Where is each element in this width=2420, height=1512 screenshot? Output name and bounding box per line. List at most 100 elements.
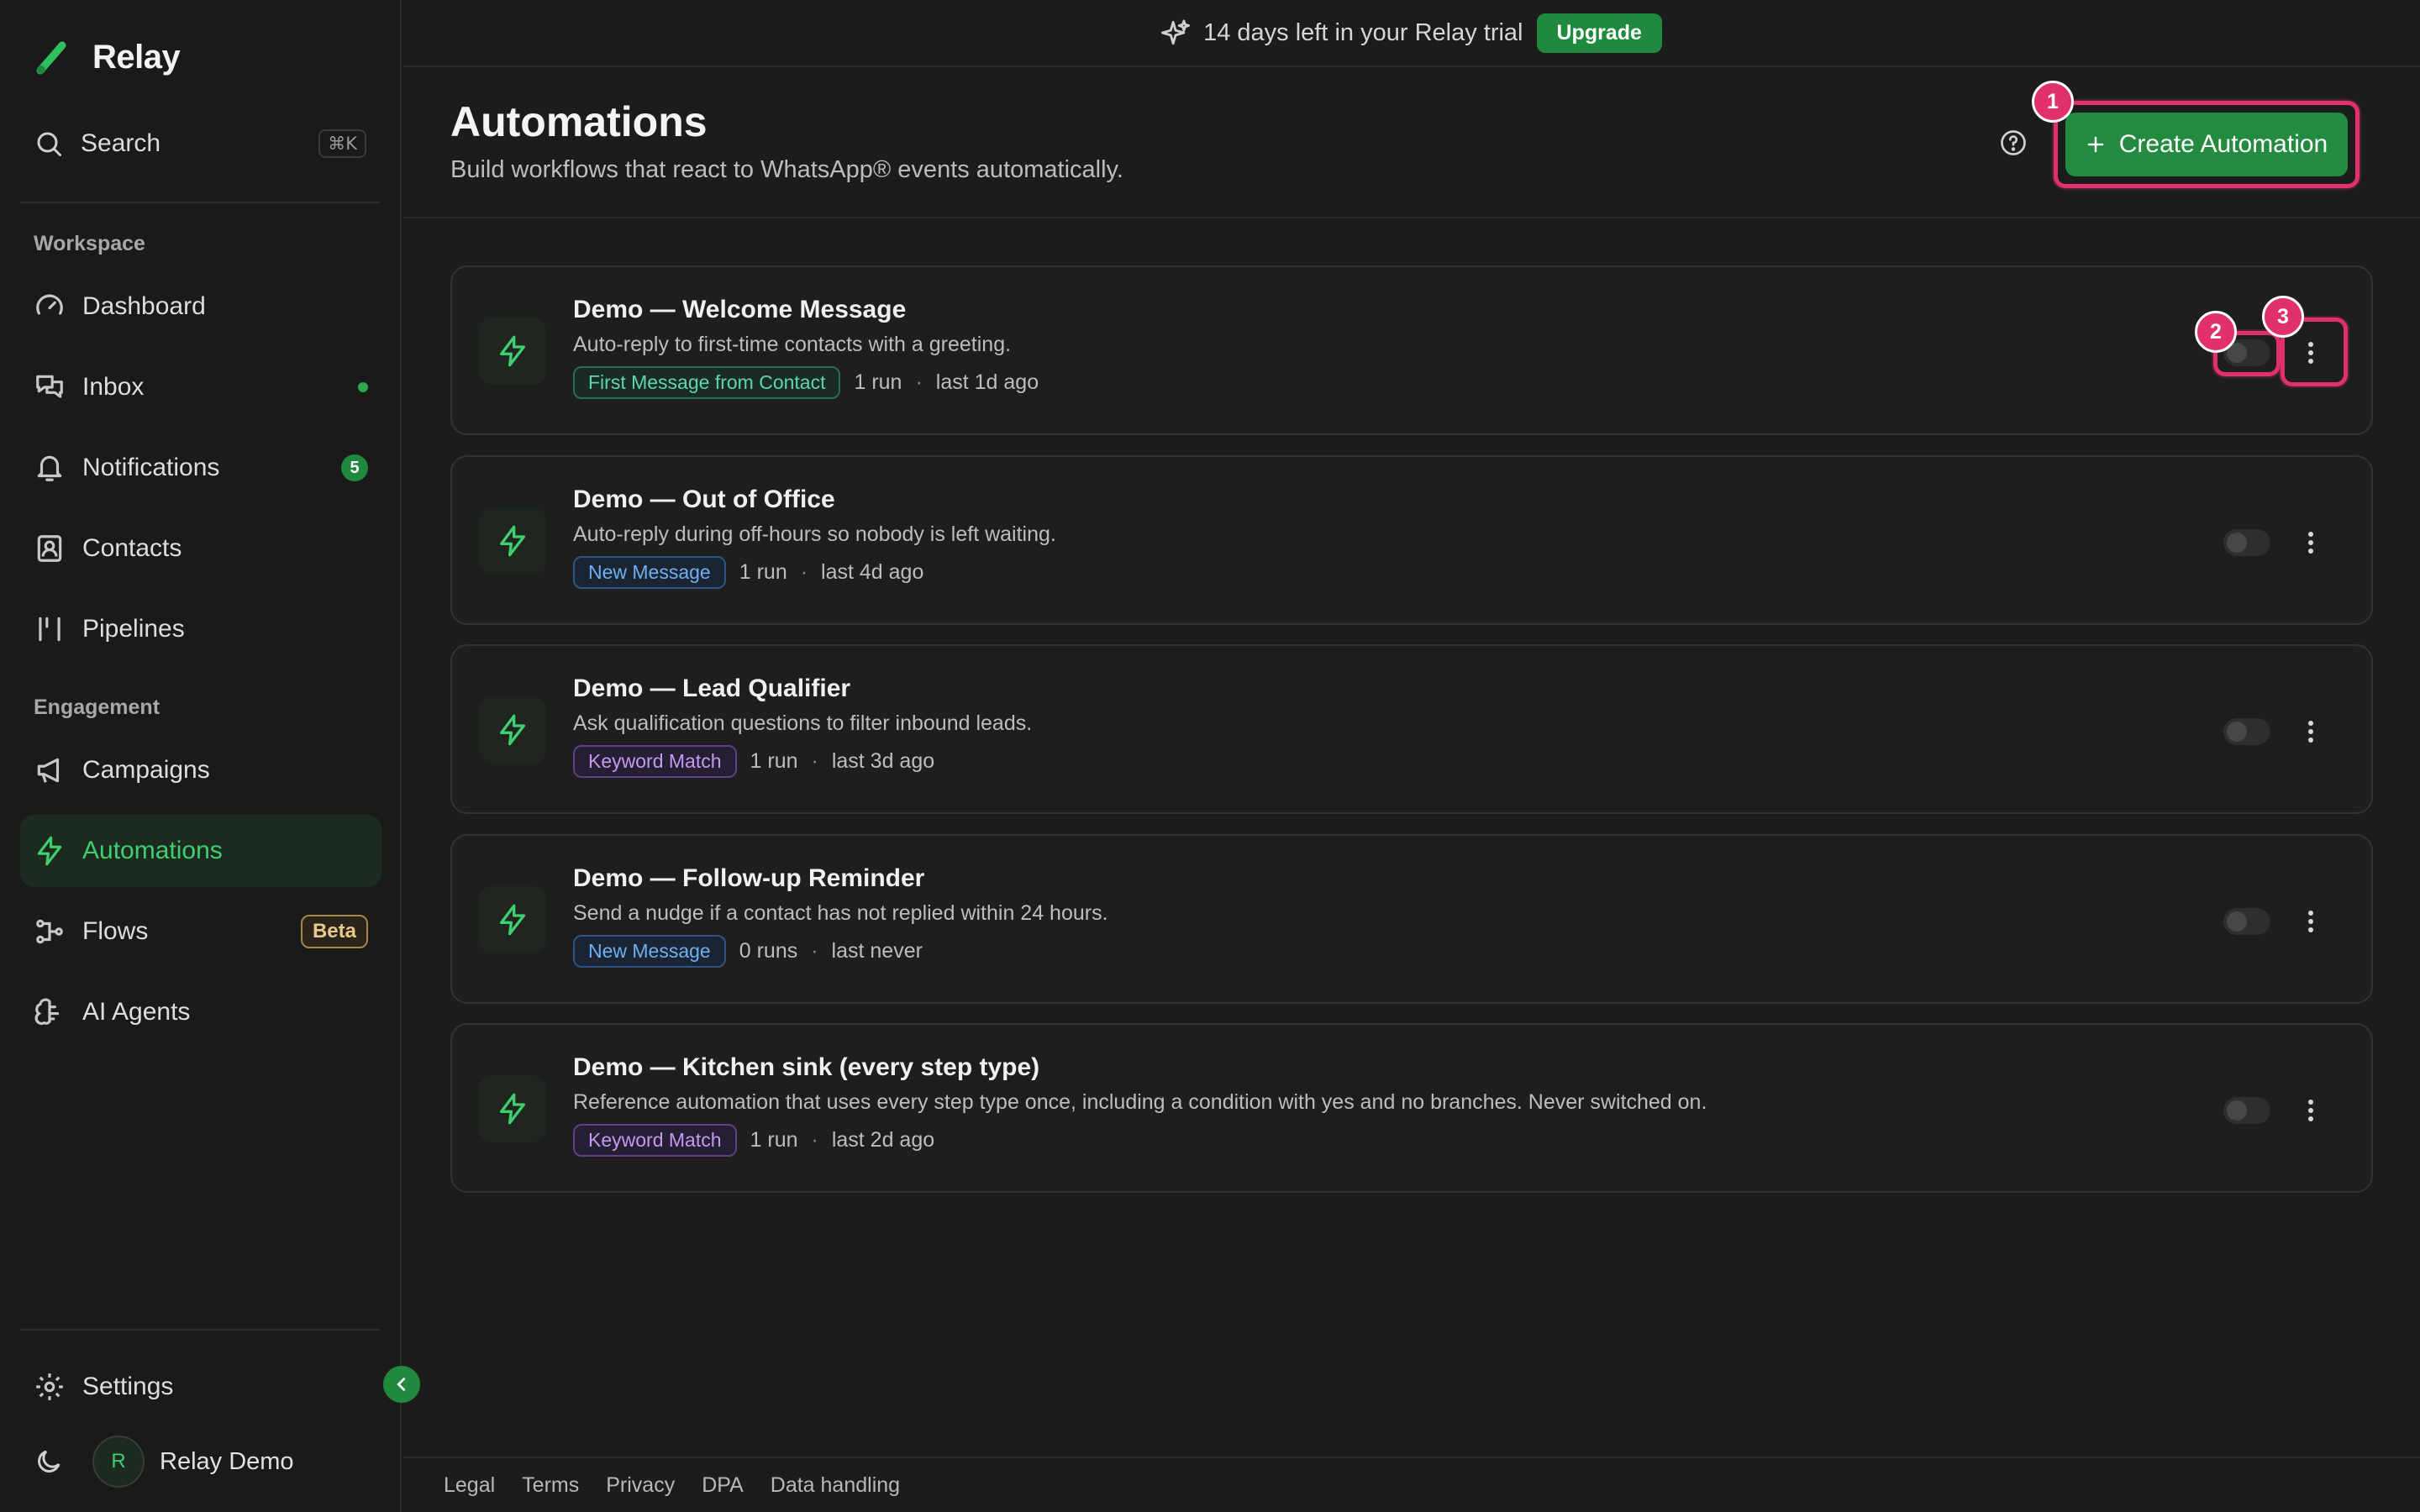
chat-bubbles-icon (36, 375, 63, 398)
automation-description: Auto-reply to first-time contacts with a… (573, 333, 1012, 356)
search-shortcut: ⌘K (318, 129, 366, 158)
automation-description: Auto-reply during off-hours so nobody is… (573, 522, 1056, 546)
more-options-button[interactable] (2286, 896, 2336, 947)
sidebar: Relay Search ⌘K Workspace Dashboard Inbo… (0, 0, 420, 1512)
section-label-workspace: Workspace (34, 232, 145, 255)
trigger-badge: First Message from Contact (573, 366, 841, 399)
trial-text: 14 days left in your Relay trial (1203, 18, 1523, 46)
enable-toggle[interactable] (2223, 1097, 2270, 1124)
kebab-menu-icon (2308, 532, 2313, 554)
automation-meta: New Message 0 runs · last never (573, 935, 923, 968)
sidebar-item-label: Inbox (82, 373, 145, 401)
page-title: Automations (450, 98, 708, 145)
search-label: Search (81, 129, 161, 157)
more-options-button[interactable] (2286, 517, 2336, 568)
sparkles-icon (1161, 19, 1191, 45)
chevron-left-icon (397, 1378, 406, 1391)
run-count: 1 run (739, 560, 787, 584)
automation-title: Demo — Follow-up Reminder (573, 864, 925, 892)
avatar: R (92, 1436, 145, 1488)
search-icon (37, 132, 61, 156)
brand[interactable]: Relay (34, 34, 181, 81)
trigger-badge: Keyword Match (573, 1124, 737, 1157)
beta-badge: Beta (300, 915, 368, 948)
sidebar-item-automations[interactable]: Automations (20, 815, 381, 887)
megaphone-icon (37, 758, 60, 783)
lightning-icon (500, 904, 525, 936)
automation-icon (479, 696, 546, 764)
lightning-icon (500, 525, 525, 557)
automation-title: Demo — Out of Office (573, 486, 835, 513)
trigger-badge: New Message (573, 556, 726, 589)
sidebar-item-label: Contacts (82, 534, 182, 562)
sidebar-item-label: Campaigns (82, 756, 210, 784)
automation-description: Ask qualification questions to filter in… (573, 711, 1033, 735)
run-count: 1 run (854, 370, 902, 394)
sidebar-item-pipelines[interactable]: Pipelines (20, 593, 381, 665)
separator-dot: · (811, 1128, 818, 1152)
footer-link-legal[interactable]: Legal (444, 1473, 495, 1498)
moon-icon[interactable] (34, 1446, 64, 1477)
sidebar-item-notifications[interactable]: Notifications 5 (20, 432, 381, 504)
enable-toggle[interactable] (2223, 908, 2270, 935)
footer-link-dpa[interactable]: DPA (702, 1473, 744, 1498)
kebab-menu-icon (2308, 1100, 2313, 1121)
gear-icon (36, 1373, 63, 1400)
user-menu[interactable]: R Relay Demo (34, 1435, 294, 1488)
marker-badge: 3 (2262, 296, 2304, 338)
sidebar-item-label: Automations (82, 837, 223, 864)
last-run: last 3d ago (831, 749, 935, 773)
help-button[interactable] (1998, 128, 2028, 158)
enable-toggle[interactable] (2223, 529, 2270, 556)
automation-title: Demo — Kitchen sink (every step type) (573, 1053, 1040, 1081)
question-circle-icon (2001, 130, 2026, 155)
sidebar-item-inbox[interactable]: Inbox (20, 351, 381, 423)
automation-card[interactable]: Demo — Out of Office Auto-reply during o… (450, 455, 2373, 625)
automation-meta: Keyword Match 1 run · last 3d ago (573, 745, 934, 778)
create-automation-label: Create Automation (2118, 130, 2328, 158)
kebab-menu-icon (2308, 721, 2313, 743)
collapse-sidebar-button[interactable] (383, 1366, 420, 1403)
automation-meta: First Message from Contact 1 run · last … (573, 366, 1039, 399)
user-name: Relay Demo (160, 1447, 294, 1475)
run-count: 0 runs (739, 939, 798, 963)
more-options-button[interactable] (2286, 328, 2336, 378)
footer-link-data-handling[interactable]: Data handling (771, 1473, 900, 1498)
sidebar-item-settings[interactable]: Settings (20, 1351, 381, 1423)
more-options-button[interactable] (2286, 1085, 2336, 1136)
automation-card[interactable]: Demo — Lead Qualifier Ask qualification … (450, 644, 2373, 814)
automation-card[interactable]: Demo — Kitchen sink (every step type) Re… (450, 1023, 2373, 1193)
automation-card[interactable]: Demo — Welcome Message Auto-reply to fir… (450, 265, 2373, 435)
create-automation-button[interactable]: Create Automation (2065, 113, 2348, 176)
automation-meta: New Message 1 run · last 4d ago (573, 556, 923, 589)
sidebar-item-ai-agents[interactable]: AI Agents (20, 976, 381, 1048)
footer-link-privacy[interactable]: Privacy (606, 1473, 675, 1498)
automation-icon (479, 318, 546, 385)
search-button[interactable]: Search ⌘K (34, 123, 366, 165)
automation-title: Demo — Lead Qualifier (573, 675, 851, 702)
last-run: last 1d ago (935, 370, 1039, 394)
run-count: 1 run (750, 1128, 798, 1152)
page-header: Automations Build workflows that react t… (403, 69, 2420, 218)
footer-link-terms[interactable]: Terms (522, 1473, 579, 1498)
sidebar-item-contacts[interactable]: Contacts (20, 512, 381, 585)
more-options-button[interactable] (2286, 706, 2336, 757)
automation-icon (479, 886, 546, 953)
sidebar-item-campaigns[interactable]: Campaigns (20, 734, 381, 806)
last-run: last 4d ago (821, 560, 924, 584)
sidebar-item-label: Notifications (82, 454, 220, 481)
sidebar-item-dashboard[interactable]: Dashboard (20, 270, 381, 343)
automation-icon (479, 1075, 546, 1142)
upgrade-button[interactable]: Upgrade (1536, 13, 1662, 53)
brain-icon (34, 998, 60, 1026)
sidebar-item-label: Flows (82, 917, 149, 945)
sidebar-item-flows[interactable]: Flows Beta (20, 895, 381, 968)
automation-card[interactable]: Demo — Follow-up Reminder Send a nudge i… (450, 834, 2373, 1004)
enable-toggle[interactable] (2223, 718, 2270, 745)
marker-badge: 1 (2032, 81, 2074, 123)
bell-icon (37, 455, 62, 481)
last-run: last never (831, 939, 923, 963)
automation-description: Reference automation that uses every ste… (573, 1090, 1707, 1114)
trial-banner: 14 days left in your Relay trial Upgrade (403, 0, 2420, 67)
trigger-badge: Keyword Match (573, 745, 737, 778)
